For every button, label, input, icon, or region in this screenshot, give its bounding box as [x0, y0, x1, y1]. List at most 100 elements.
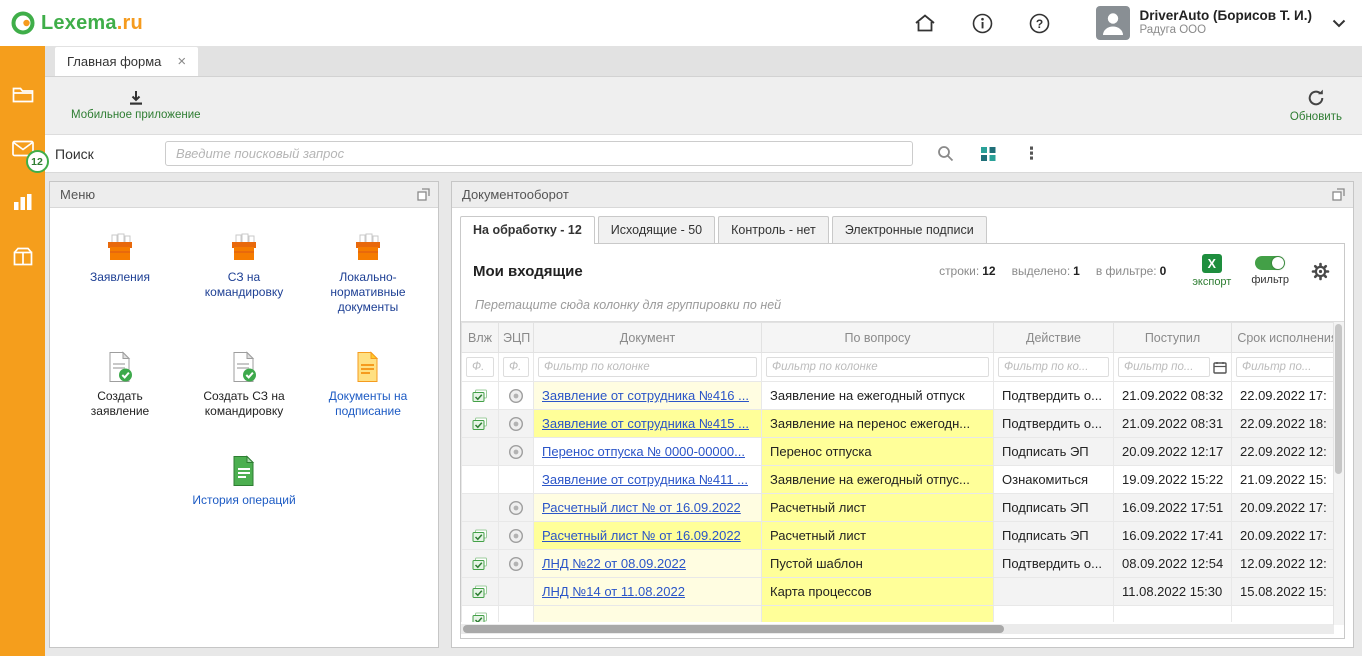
horizontal-scrollbar[interactable]	[461, 624, 1334, 634]
docflow-content: Мои входящие строки:12 выделено:1 в филь…	[460, 243, 1345, 639]
menu-item[interactable]: Документы на подписание	[306, 351, 430, 419]
column-header[interactable]: Документ	[534, 323, 762, 353]
excel-export-button[interactable]: X экспорт	[1192, 254, 1231, 288]
column-header[interactable]: Поступил	[1114, 323, 1232, 353]
due-cell: 22.09.2022 12:	[1232, 438, 1344, 466]
attachment-cell	[462, 382, 499, 410]
received-cell: 16.09.2022 17:41	[1114, 522, 1232, 550]
due-cell: 21.09.2022 15:	[1232, 466, 1344, 494]
docflow-tab[interactable]: Контроль - нет	[718, 216, 829, 243]
document-link[interactable]: ЛНД №14 от 11.08.2022	[542, 584, 685, 599]
document-link[interactable]: Заявление от сотрудника №415 ...	[542, 416, 749, 431]
calendar-icon[interactable]	[1213, 361, 1227, 374]
expand-panel-icon[interactable]	[1332, 188, 1345, 201]
signature-icon	[508, 416, 524, 432]
document-cell: Расчетный лист № от 16.09.2022	[534, 522, 762, 550]
horizontal-scrollbar-thumb[interactable]	[463, 625, 1004, 633]
menu-item[interactable]: Создать СЗ на командировку	[182, 351, 306, 419]
filter-input[interactable]	[503, 357, 529, 377]
filter-toggle[interactable]: фильтр	[1251, 256, 1289, 286]
action-cell: Подтвердить о...	[994, 410, 1114, 438]
gear-icon[interactable]	[1311, 262, 1330, 281]
table-row[interactable]: Заявление от сотрудника №416 ... Заявлен…	[462, 382, 1344, 410]
due-cell: 20.09.2022 17:	[1232, 522, 1344, 550]
refresh-button[interactable]: Обновить	[1290, 88, 1342, 123]
document-link[interactable]: Заявление от сотрудника №416 ...	[542, 388, 749, 403]
search-options-icon[interactable]	[980, 146, 997, 162]
column-header[interactable]: Действие	[994, 323, 1114, 353]
menu-item-label: СЗ на командировку	[191, 270, 297, 300]
tab-main-form[interactable]: Главная форма ×	[55, 47, 198, 76]
search-input[interactable]	[165, 141, 913, 166]
table-row[interactable]: Заявление от сотрудника №411 ... Заявлен…	[462, 466, 1344, 494]
column-header[interactable]: Срок исполнения	[1232, 323, 1344, 353]
menu-item[interactable]: СЗ на командировку	[182, 232, 306, 315]
document-cell: Перенос отпуска № 0000-00000...	[534, 438, 762, 466]
menu-item-label: История операций	[192, 493, 295, 508]
table-row[interactable]: Перенос отпуска № 0000-00000... Перенос …	[462, 438, 1344, 466]
filter-input[interactable]	[766, 357, 989, 377]
table-row[interactable]: Расчетный лист № от 16.09.2022 Расчетный…	[462, 494, 1344, 522]
menu-item[interactable]: Создать заявление	[58, 351, 182, 419]
documents-table: Влж ЭЦП Документ По вопросу Действие Пос…	[461, 322, 1344, 622]
toggle-switch[interactable]	[1255, 256, 1285, 270]
column-header[interactable]: ЭЦП	[499, 323, 534, 353]
main-tabbar: Главная форма ×	[45, 46, 1362, 77]
document-link[interactable]: Расчетный лист № от 16.09.2022	[542, 500, 741, 515]
help-icon[interactable]: ?	[1029, 13, 1050, 34]
chart-icon[interactable]	[13, 193, 33, 211]
signature-icon	[508, 528, 524, 544]
home-icon[interactable]	[914, 13, 936, 33]
document-link[interactable]: Расчетный лист № от 16.09.2022	[542, 528, 741, 543]
app-screen: Lexema.ru ? DriverAuto (Борисов Т. И.) Р…	[0, 0, 1362, 656]
chevron-down-icon[interactable]	[1332, 19, 1346, 28]
signature-icon	[508, 500, 524, 516]
info-icon[interactable]	[972, 13, 993, 34]
search-icon[interactable]	[937, 145, 954, 162]
docflow-tab[interactable]: Исходящие - 50	[598, 216, 715, 243]
menu-item[interactable]: История операций	[182, 455, 306, 508]
lexema-logo-icon	[10, 10, 36, 36]
menu-item[interactable]: Локально-нормативные документы	[306, 232, 430, 315]
column-header[interactable]: Влж	[462, 323, 499, 353]
folder-icon[interactable]	[12, 86, 34, 104]
table-row[interactable]: ЛНД №14 от 11.08.2022 Карта процессов 11…	[462, 578, 1344, 606]
document-link[interactable]: ЛНД №22 от 08.09.2022	[542, 556, 686, 571]
received-cell: 19.09.2022 15:22	[1114, 466, 1232, 494]
toolbar: Мобильное приложение Обновить	[45, 77, 1362, 135]
table-row[interactable]: ЛНД №22 от 08.09.2022 Пустой шаблон Подт…	[462, 550, 1344, 578]
document-link[interactable]: Перенос отпуска № 0000-00000...	[542, 444, 745, 459]
close-icon[interactable]: ×	[177, 54, 186, 69]
attachment-cell	[462, 466, 499, 494]
mobile-app-button[interactable]: Мобильное приложение	[71, 90, 201, 121]
filter-input[interactable]	[1236, 357, 1339, 377]
mail-icon[interactable]: 12	[12, 140, 34, 157]
vertical-scrollbar-thumb[interactable]	[1335, 324, 1342, 474]
package-icon[interactable]	[13, 247, 33, 266]
expand-panel-icon[interactable]	[417, 188, 430, 201]
vertical-scrollbar[interactable]	[1333, 322, 1344, 625]
docflow-tab[interactable]: Электронные подписи	[832, 216, 987, 243]
table-row-partial[interactable]	[462, 606, 1344, 622]
document-cell: Заявление от сотрудника №416 ...	[534, 382, 762, 410]
docflow-tab[interactable]: На обработку - 12	[460, 216, 595, 244]
orange-box-icon	[103, 232, 137, 264]
column-header[interactable]: По вопросу	[762, 323, 994, 353]
filter-input[interactable]	[466, 357, 494, 377]
menu-item[interactable]: Заявления	[58, 232, 182, 315]
filter-input[interactable]	[998, 357, 1109, 377]
table-row[interactable]: Расчетный лист № от 16.09.2022 Расчетный…	[462, 522, 1344, 550]
attachment-cell	[462, 522, 499, 550]
document-cell: Заявление от сотрудника №411 ...	[534, 466, 762, 494]
signature-cell	[499, 494, 534, 522]
workspace: Меню Заявления СЗ на командировку Локаль…	[45, 173, 1362, 656]
document-link[interactable]: Заявление от сотрудника №411 ...	[542, 472, 748, 487]
menu-item-label: Создать заявление	[67, 389, 173, 419]
filtered-count: 0	[1160, 264, 1167, 278]
user-menu[interactable]: DriverAuto (Борисов Т. И.) Радуга ООО	[1096, 6, 1346, 40]
filter-input[interactable]	[538, 357, 757, 377]
table-row[interactable]: Заявление от сотрудника №415 ... Заявлен…	[462, 410, 1344, 438]
lexema-logo[interactable]: Lexema.ru	[10, 10, 143, 36]
more-vertical-icon[interactable]: ⋮	[1023, 144, 1040, 164]
filter-input[interactable]	[1118, 357, 1210, 377]
